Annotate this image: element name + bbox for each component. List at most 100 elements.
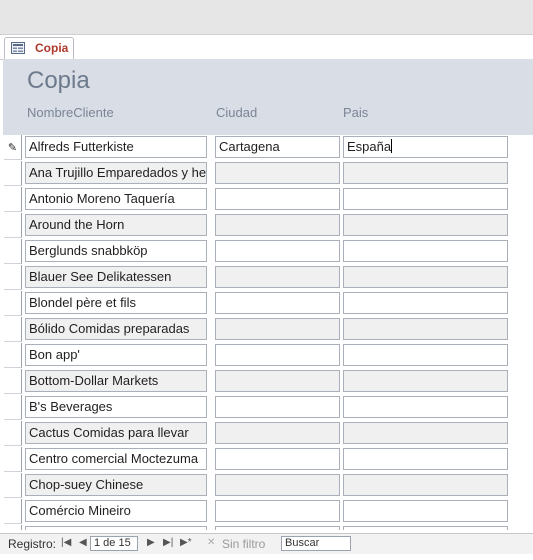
city-field[interactable] (215, 318, 340, 340)
city-field[interactable] (215, 266, 340, 288)
country-field[interactable] (343, 344, 508, 366)
country-field[interactable] (343, 188, 508, 210)
country-field[interactable] (343, 396, 508, 418)
record-row: Berglunds snabbköp (0, 239, 533, 265)
record-selector[interactable] (4, 239, 22, 264)
form-header: Copia NombreCliente Ciudad Pais (3, 59, 533, 135)
country-field[interactable] (343, 214, 508, 236)
record-row: Around the Horn (0, 213, 533, 239)
record-label: Registro: (8, 537, 57, 551)
city-field[interactable] (215, 240, 340, 262)
ribbon-area (0, 0, 533, 35)
record-row: ✎ Alfreds Futterkiste Cartagena España (0, 135, 533, 161)
country-field[interactable]: España (343, 136, 508, 158)
document-tab-strip (0, 35, 533, 60)
country-field[interactable] (343, 292, 508, 314)
filter-icon[interactable]: ✕ (207, 537, 215, 548)
record-row: Cactus Comidas para llevar (0, 421, 533, 447)
city-field[interactable] (215, 474, 340, 496)
city-field[interactable] (215, 448, 340, 470)
city-field[interactable] (215, 422, 340, 444)
new-record-icon[interactable]: ▶* (180, 537, 192, 548)
record-row: Bon app' (0, 343, 533, 369)
record-row: Bottom-Dollar Markets (0, 369, 533, 395)
country-field[interactable] (343, 318, 508, 340)
record-selector[interactable] (4, 291, 22, 316)
name-field[interactable]: Centro comercial Moctezuma (25, 448, 207, 470)
record-selector[interactable] (4, 499, 22, 524)
city-field[interactable] (215, 162, 340, 184)
record-selector[interactable] (4, 187, 22, 212)
record-selector[interactable] (4, 369, 22, 394)
city-field[interactable] (215, 500, 340, 522)
name-field[interactable]: Comércio Mineiro (25, 500, 207, 522)
city-field[interactable]: Cartagena (215, 136, 340, 158)
record-selector[interactable] (4, 473, 22, 498)
first-record-icon[interactable]: |◀ (61, 537, 71, 548)
record-row: Chop-suey Chinese (0, 473, 533, 499)
previous-record-icon[interactable]: ◀ (79, 537, 87, 548)
country-field[interactable] (343, 500, 508, 522)
pencil-icon[interactable]: ✎ (4, 135, 22, 160)
record-selector[interactable] (4, 317, 22, 342)
form-detail-rows: ✎ Alfreds Futterkiste Cartagena España Ana T… (0, 135, 533, 530)
new-record-row: * (0, 525, 533, 530)
name-field[interactable]: Blondel père et fils (25, 292, 207, 314)
name-field[interactable]: Around the Horn (25, 214, 207, 236)
text-caret (391, 139, 393, 153)
name-field[interactable]: Berglunds snabbköp (25, 240, 207, 262)
document-tab-copia[interactable]: Copia (4, 37, 74, 59)
name-field[interactable]: Ana Trujillo Emparedados y helados (25, 162, 207, 184)
record-row: Blondel père et fils (0, 291, 533, 317)
country-field[interactable] (343, 448, 508, 470)
country-field[interactable] (343, 266, 508, 288)
name-field[interactable]: Antonio Moreno Taquería (25, 188, 207, 210)
column-header-name: NombreCliente (27, 105, 114, 120)
filter-status[interactable]: Sin filtro (222, 537, 265, 551)
country-field[interactable] (343, 240, 508, 262)
country-field[interactable] (343, 162, 508, 184)
name-field[interactable]: Chop-suey Chinese (25, 474, 207, 496)
record-selector[interactable] (4, 395, 22, 420)
name-field[interactable]: B's Beverages (25, 396, 207, 418)
city-field[interactable] (215, 214, 340, 236)
name-field[interactable]: Bólido Comidas preparadas (25, 318, 207, 340)
record-row: Blauer See Delikatessen (0, 265, 533, 291)
record-navigation-bar: Registro: |◀ ◀ 1 de 15 ▶ ▶| ▶* ✕ Sin fil… (0, 533, 533, 555)
record-row: Comércio Mineiro (0, 499, 533, 525)
record-row: B's Beverages (0, 395, 533, 421)
record-row: Ana Trujillo Emparedados y helados (0, 161, 533, 187)
record-selector[interactable] (4, 213, 22, 238)
record-selector[interactable] (4, 421, 22, 446)
status-strip (0, 554, 533, 560)
record-selector[interactable] (4, 343, 22, 368)
city-field[interactable] (215, 292, 340, 314)
record-row: Antonio Moreno Taquería (0, 187, 533, 213)
asterisk-icon[interactable]: * (4, 525, 22, 530)
last-record-icon[interactable]: ▶| (163, 537, 173, 548)
city-field[interactable] (215, 344, 340, 366)
record-position-field[interactable]: 1 de 15 (90, 536, 138, 551)
search-input[interactable]: Buscar (281, 536, 351, 551)
name-field[interactable]: Bon app' (25, 344, 207, 366)
name-field[interactable]: Blauer See Delikatessen (25, 266, 207, 288)
new-record-field[interactable] (343, 526, 508, 530)
column-header-city: Ciudad (216, 105, 258, 120)
city-field[interactable] (215, 370, 340, 392)
column-header-country: Pais (343, 105, 369, 120)
next-record-icon[interactable]: ▶ (147, 537, 155, 548)
name-field[interactable]: Alfreds Futterkiste (25, 136, 207, 158)
record-selector[interactable] (4, 161, 22, 186)
new-record-field[interactable] (215, 526, 340, 530)
city-field[interactable] (215, 188, 340, 210)
city-field[interactable] (215, 396, 340, 418)
country-field[interactable] (343, 422, 508, 444)
record-selector[interactable] (4, 447, 22, 472)
form-icon (11, 42, 25, 54)
new-record-field[interactable] (25, 526, 207, 530)
name-field[interactable]: Cactus Comidas para llevar (25, 422, 207, 444)
country-field[interactable] (343, 474, 508, 496)
record-selector[interactable] (4, 265, 22, 290)
name-field[interactable]: Bottom-Dollar Markets (25, 370, 207, 392)
country-field[interactable] (343, 370, 508, 392)
